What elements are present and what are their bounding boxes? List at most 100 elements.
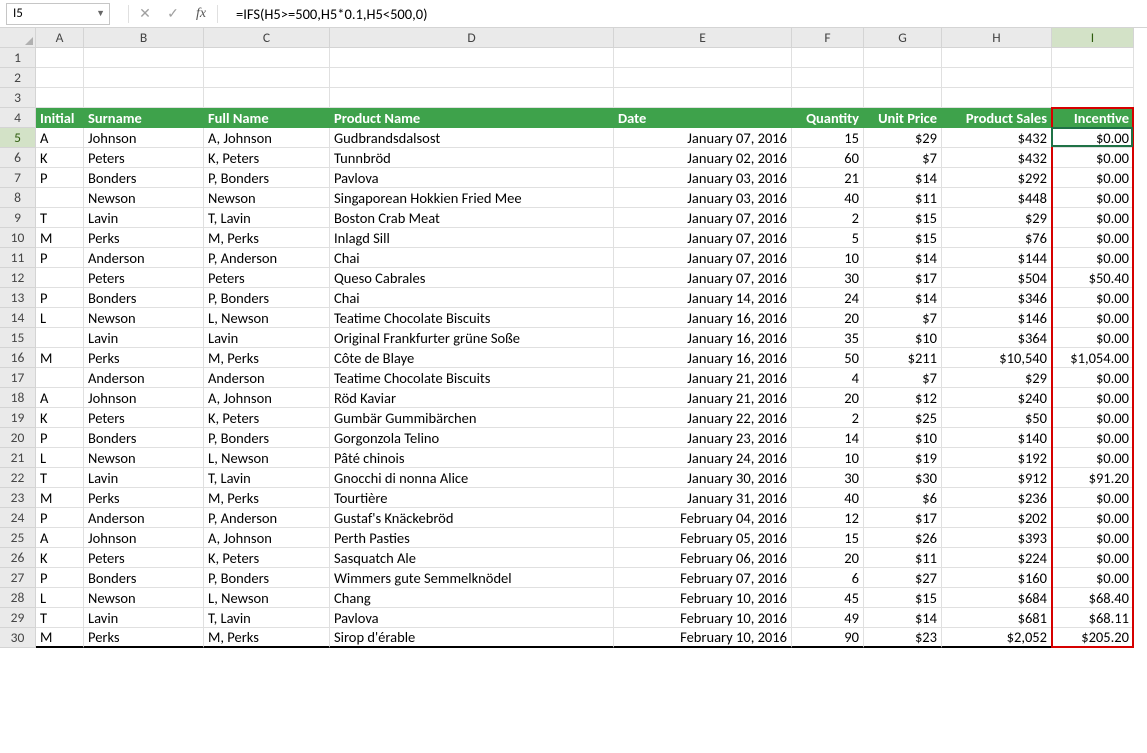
cell-I7[interactable]: $0.00 <box>1052 168 1134 188</box>
cell-H26[interactable]: $224 <box>942 548 1052 568</box>
cell-A21[interactable]: L <box>36 448 84 468</box>
cell-F21[interactable]: 10 <box>792 448 864 468</box>
cell-H28[interactable]: $684 <box>942 588 1052 608</box>
cell-D21[interactable]: Pâté chinois <box>330 448 614 468</box>
cell-C21[interactable]: L, Newson <box>204 448 330 468</box>
row-header-19[interactable]: 19 <box>0 408 36 428</box>
row-header-8[interactable]: 8 <box>0 188 36 208</box>
cell-I22[interactable]: $91.20 <box>1052 468 1134 488</box>
row-header-21[interactable]: 21 <box>0 448 36 468</box>
cell-G2[interactable] <box>864 68 942 88</box>
cell-C14[interactable]: L, Newson <box>204 308 330 328</box>
cell-D17[interactable]: Teatime Chocolate Biscuits <box>330 368 614 388</box>
cell-A10[interactable]: M <box>36 228 84 248</box>
header-cell-E[interactable]: Date <box>614 108 792 128</box>
cell-I23[interactable]: $0.00 <box>1052 488 1134 508</box>
cell-E18[interactable]: January 21, 2016 <box>614 388 792 408</box>
cell-C7[interactable]: P, Bonders <box>204 168 330 188</box>
cell-B20[interactable]: Bonders <box>84 428 204 448</box>
row-header-2[interactable]: 2 <box>0 68 36 88</box>
cell-F17[interactable]: 4 <box>792 368 864 388</box>
formula-input[interactable] <box>228 3 1147 25</box>
column-header-D[interactable]: D <box>330 28 614 48</box>
cell-C18[interactable]: A, Johnson <box>204 388 330 408</box>
cell-H15[interactable]: $364 <box>942 328 1052 348</box>
cell-F14[interactable]: 20 <box>792 308 864 328</box>
cell-A7[interactable]: P <box>36 168 84 188</box>
row-header-25[interactable]: 25 <box>0 528 36 548</box>
header-cell-B[interactable]: Surname <box>84 108 204 128</box>
cell-G22[interactable]: $30 <box>864 468 942 488</box>
cell-G27[interactable]: $27 <box>864 568 942 588</box>
cell-D28[interactable]: Chang <box>330 588 614 608</box>
cell-H14[interactable]: $146 <box>942 308 1052 328</box>
cell-G18[interactable]: $12 <box>864 388 942 408</box>
cell-B27[interactable]: Bonders <box>84 568 204 588</box>
cell-B12[interactable]: Peters <box>84 268 204 288</box>
cell-D13[interactable]: Chai <box>330 288 614 308</box>
cell-F20[interactable]: 14 <box>792 428 864 448</box>
cell-C11[interactable]: P, Anderson <box>204 248 330 268</box>
cell-A26[interactable]: K <box>36 548 84 568</box>
cell-F22[interactable]: 30 <box>792 468 864 488</box>
cell-I26[interactable]: $0.00 <box>1052 548 1134 568</box>
cell-H19[interactable]: $50 <box>942 408 1052 428</box>
row-header-17[interactable]: 17 <box>0 368 36 388</box>
cell-I24[interactable]: $0.00 <box>1052 508 1134 528</box>
cell-E13[interactable]: January 14, 2016 <box>614 288 792 308</box>
cell-G29[interactable]: $14 <box>864 608 942 628</box>
cell-D14[interactable]: Teatime Chocolate Biscuits <box>330 308 614 328</box>
cell-E27[interactable]: February 07, 2016 <box>614 568 792 588</box>
cell-F24[interactable]: 12 <box>792 508 864 528</box>
cell-H10[interactable]: $76 <box>942 228 1052 248</box>
cell-F19[interactable]: 2 <box>792 408 864 428</box>
cell-I30[interactable]: $205.20 <box>1052 628 1134 648</box>
row-header-1[interactable]: 1 <box>0 48 36 68</box>
cell-F11[interactable]: 10 <box>792 248 864 268</box>
cell-A24[interactable]: P <box>36 508 84 528</box>
cell-A20[interactable]: P <box>36 428 84 448</box>
cell-E22[interactable]: January 30, 2016 <box>614 468 792 488</box>
cell-A15[interactable] <box>36 328 84 348</box>
cell-D11[interactable]: Chai <box>330 248 614 268</box>
header-cell-H[interactable]: Product Sales <box>942 108 1052 128</box>
cell-D19[interactable]: Gumbär Gummibärchen <box>330 408 614 428</box>
enter-button[interactable]: ✓ <box>159 3 187 25</box>
cell-H6[interactable]: $432 <box>942 148 1052 168</box>
column-header-F[interactable]: F <box>792 28 864 48</box>
cell-D27[interactable]: Wimmers gute Semmelknödel <box>330 568 614 588</box>
cell-F25[interactable]: 15 <box>792 528 864 548</box>
cell-A22[interactable]: T <box>36 468 84 488</box>
cell-H21[interactable]: $192 <box>942 448 1052 468</box>
cell-A12[interactable] <box>36 268 84 288</box>
cell-E28[interactable]: February 10, 2016 <box>614 588 792 608</box>
cell-I20[interactable]: $0.00 <box>1052 428 1134 448</box>
cell-B19[interactable]: Peters <box>84 408 204 428</box>
row-header-7[interactable]: 7 <box>0 168 36 188</box>
cell-F28[interactable]: 45 <box>792 588 864 608</box>
column-header-C[interactable]: C <box>204 28 330 48</box>
column-header-H[interactable]: H <box>942 28 1052 48</box>
cell-D7[interactable]: Pavlova <box>330 168 614 188</box>
header-cell-I[interactable]: Incentive <box>1052 108 1134 128</box>
cell-H9[interactable]: $29 <box>942 208 1052 228</box>
cell-H23[interactable]: $236 <box>942 488 1052 508</box>
cell-E20[interactable]: January 23, 2016 <box>614 428 792 448</box>
cell-F7[interactable]: 21 <box>792 168 864 188</box>
column-header-I[interactable]: I <box>1052 28 1134 48</box>
cell-D15[interactable]: Original Frankfurter grüne Soße <box>330 328 614 348</box>
spreadsheet-grid[interactable]: ABCDEFGHI1234InitialSurnameFull NameProd… <box>0 28 1147 648</box>
cell-G3[interactable] <box>864 88 942 108</box>
cell-F1[interactable] <box>792 48 864 68</box>
cell-I5[interactable]: $0.00 <box>1052 128 1134 148</box>
cell-B23[interactable]: Perks <box>84 488 204 508</box>
cell-D5[interactable]: Gudbrandsdalsost <box>330 128 614 148</box>
cell-B17[interactable]: Anderson <box>84 368 204 388</box>
cell-A25[interactable]: A <box>36 528 84 548</box>
cell-H3[interactable] <box>942 88 1052 108</box>
cell-G16[interactable]: $211 <box>864 348 942 368</box>
row-header-10[interactable]: 10 <box>0 228 36 248</box>
cell-E8[interactable]: January 03, 2016 <box>614 188 792 208</box>
header-cell-F[interactable]: Quantity <box>792 108 864 128</box>
cell-E11[interactable]: January 07, 2016 <box>614 248 792 268</box>
